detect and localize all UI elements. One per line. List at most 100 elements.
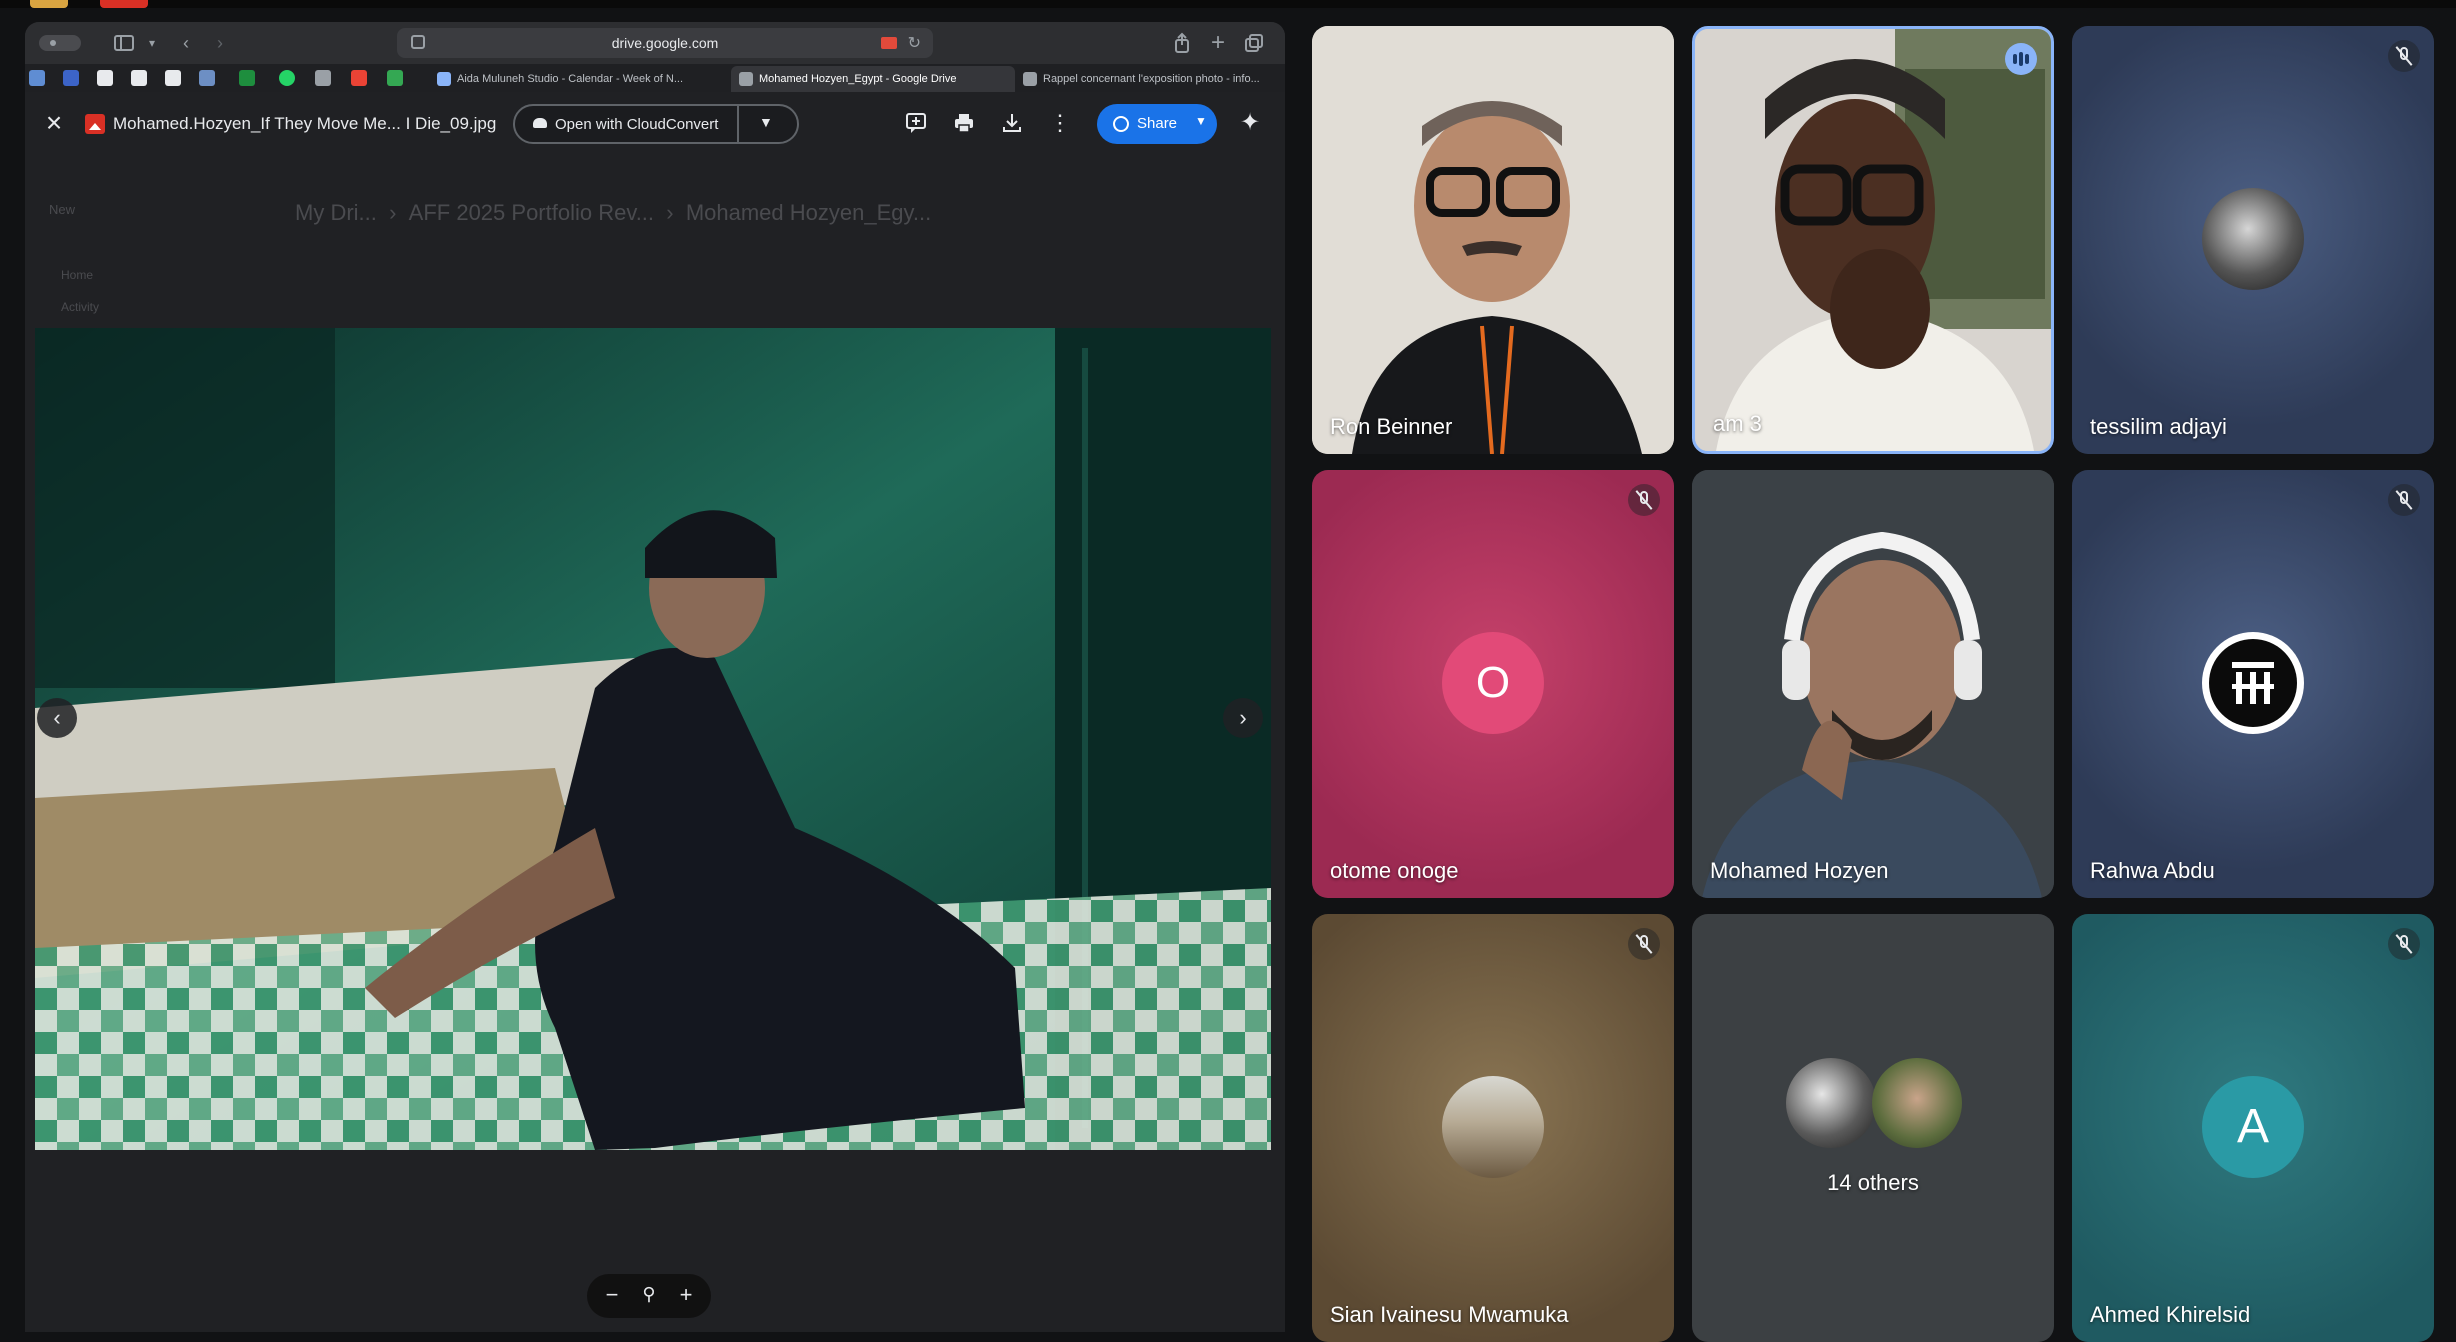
zoom-icon[interactable]: ⚲ — [636, 1284, 662, 1305]
print-icon[interactable] — [953, 112, 975, 134]
viewer-toolbar: × Mohamed.Hozyen_If They Move Me... I Di… — [25, 92, 1285, 156]
participant-name: am 3 — [1713, 411, 1762, 436]
bookmark-icon[interactable] — [29, 70, 45, 86]
participant-name: Mohamed Hozyen — [1710, 858, 1889, 883]
participant-name: Ahmed Khirelsid — [2090, 1302, 2251, 1327]
mic-muted-icon — [2388, 928, 2420, 960]
bookmark-icon[interactable] — [199, 70, 215, 86]
mic-muted-icon — [2388, 40, 2420, 72]
participant-tile-ahmed-khirelsid[interactable]: A Ahmed Khirelsid — [2072, 914, 2434, 1342]
avatar-initial: O — [1475, 658, 1511, 707]
participant-name: Rahwa Abdu — [2090, 858, 2215, 883]
tab-label: Aida Muluneh Studio - Calendar - Week of… — [457, 73, 684, 85]
download-icon[interactable] — [1001, 112, 1023, 134]
system-indicator — [100, 0, 148, 8]
tab-label: Rappel concernant l'exposition photo - i… — [1043, 73, 1260, 85]
participant-tile-am-3[interactable]: am 3 — [1692, 26, 2054, 454]
participant-name: Ron Beinner — [1330, 414, 1453, 439]
bookmark-icon[interactable] — [97, 70, 113, 86]
avatar-initial: A — [2236, 1100, 2269, 1153]
gmail-icon[interactable] — [351, 70, 367, 86]
participant-video — [1692, 470, 2054, 898]
speaking-indicator-icon — [2005, 43, 2037, 75]
sheets-icon[interactable] — [239, 70, 255, 86]
participant-tile-rahwa-abdu[interactable]: Rahwa Abdu — [2072, 470, 2434, 898]
tab-google-drive[interactable]: Mohamed Hozyen_Egypt - Google Drive — [731, 66, 1015, 92]
participant-tile-ron-beinner[interactable]: Ron Beinner — [1312, 26, 1674, 454]
participant-name: Sian Ivainesu Mwamuka — [1330, 1302, 1569, 1327]
sidebar-toggle-icon[interactable] — [113, 32, 135, 54]
participant-avatar: A — [2202, 1076, 2304, 1178]
participant-tile-otome-onoge[interactable]: O otome onoge — [1312, 470, 1674, 898]
portrait-image — [35, 328, 1271, 1150]
participant-tile-tessilim-adjayi[interactable]: tessilim adjayi — [2072, 26, 2434, 454]
photo-preview — [35, 328, 1271, 1150]
browser-titlebar: ▾ ‹ › drive.google.com ↻ + — [25, 22, 1285, 64]
participant-avatar — [1872, 1058, 1962, 1148]
tabs-overview-icon[interactable] — [1243, 32, 1265, 54]
participant-avatar: O — [1442, 632, 1544, 734]
close-viewer-button[interactable]: × — [39, 108, 69, 138]
address-bar[interactable]: drive.google.com ↻ — [397, 28, 933, 58]
previous-image-button[interactable]: ‹ — [37, 698, 77, 738]
bookmark-icon[interactable] — [387, 70, 403, 86]
file-name: Mohamed.Hozyen_If They Move Me... I Die_… — [113, 114, 497, 133]
tab-label: Mohamed Hozyen_Egypt - Google Drive — [759, 73, 957, 85]
drive-file-viewer: New My Dri... › AFF 2025 Portfolio Rev..… — [25, 92, 1285, 1332]
tab-overview-button[interactable] — [37, 32, 85, 54]
tab-calendar[interactable]: Aida Muluneh Studio - Calendar - Week of… — [429, 66, 725, 92]
forward-button[interactable]: › — [209, 32, 231, 54]
participant-tile-others[interactable]: 14 others — [1692, 914, 2054, 1342]
bookmark-icon[interactable] — [63, 70, 79, 86]
chevron-down-icon[interactable]: ▾ — [141, 32, 163, 54]
whatsapp-icon[interactable] — [279, 70, 295, 86]
cloud-icon — [533, 118, 547, 128]
chevron-down-icon[interactable]: ▼ — [1195, 114, 1207, 128]
participant-avatar — [1786, 1058, 1876, 1148]
zoom-out-icon[interactable]: − — [599, 1282, 625, 1308]
open-with-button[interactable]: Open with CloudConvert ▼ — [513, 104, 799, 144]
share-page-icon[interactable] — [1171, 32, 1193, 54]
back-button[interactable]: ‹ — [175, 32, 197, 54]
screen-recording-icon[interactable] — [881, 37, 897, 49]
new-button-ghost: New — [49, 202, 76, 217]
share-button[interactable]: Share ▼ — [1097, 104, 1217, 144]
zoom-in-icon[interactable]: + — [673, 1282, 699, 1308]
bookmark-icon[interactable] — [315, 70, 331, 86]
more-options-icon[interactable]: ⋮ — [1049, 112, 1071, 134]
open-with-label: Open with CloudConvert — [555, 116, 719, 133]
logo-icon — [2209, 639, 2297, 727]
image-file-icon — [85, 114, 105, 134]
new-tab-button[interactable]: + — [1207, 31, 1229, 55]
gemini-icon[interactable]: ✦ — [1235, 108, 1265, 138]
participant-name: tessilim adjayi — [2090, 414, 2227, 439]
url-text: drive.google.com — [611, 35, 719, 51]
tab-bar: Aida Muluneh Studio - Calendar - Week of… — [25, 64, 1285, 92]
drive-icon — [739, 72, 753, 86]
bookmark-icon[interactable] — [131, 70, 147, 86]
participant-name: otome onoge — [1330, 858, 1459, 883]
participant-avatar — [1442, 1076, 1544, 1178]
bookmark-icon[interactable] — [165, 70, 181, 86]
chevron-down-icon[interactable]: ▼ — [759, 114, 773, 130]
system-indicator — [30, 0, 68, 8]
mic-muted-icon — [2388, 484, 2420, 516]
mic-muted-icon — [1628, 484, 1660, 516]
participant-tile-sian-ivainesu-mwamuka[interactable]: Sian Ivainesu Mwamuka — [1312, 914, 1674, 1342]
mail-icon — [1023, 72, 1037, 86]
tab-email[interactable]: Rappel concernant l'exposition photo - i… — [1015, 66, 1285, 92]
participant-tile-mohamed-hozyen[interactable]: Mohamed Hozyen — [1692, 470, 2054, 898]
participant-avatar — [2202, 632, 2304, 734]
participant-count-label: 14 others — [1827, 1170, 1919, 1195]
participant-video — [1312, 26, 1674, 454]
share-label: Share — [1137, 115, 1178, 132]
breadcrumb-ghost: My Dri... › AFF 2025 Portfolio Rev... › … — [295, 200, 932, 225]
add-comment-icon[interactable] — [905, 112, 927, 134]
system-menu-strip — [0, 0, 2456, 8]
reload-icon[interactable]: ↻ — [908, 33, 921, 53]
next-image-button[interactable]: › — [1223, 698, 1263, 738]
globe-icon — [1113, 116, 1129, 132]
divider — [737, 106, 739, 142]
activity-ghost: Activity — [61, 300, 100, 314]
participant-avatar — [2202, 188, 2304, 290]
